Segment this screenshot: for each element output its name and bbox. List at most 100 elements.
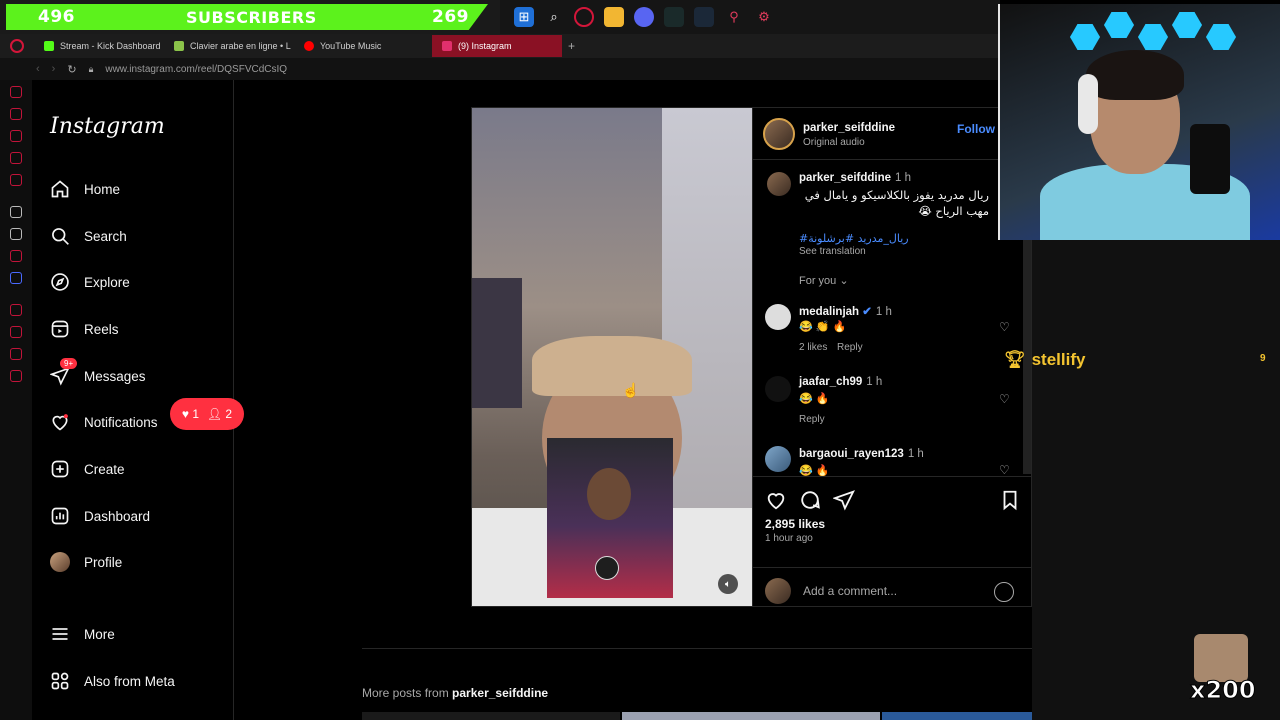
caption-username[interactable]: parker_seifddine (799, 172, 891, 184)
multiplier-label: x200 (1190, 676, 1257, 705)
comment-text: 😂 🔥 (799, 393, 830, 405)
opera-logo-icon[interactable] (10, 39, 24, 53)
comment-reply[interactable]: Reply (837, 342, 863, 353)
nav-label: Create (84, 461, 125, 477)
nav-notifications[interactable]: Notifications (50, 410, 158, 434)
comment-avatar[interactable] (765, 376, 791, 402)
add-comment-input[interactable]: Add a comment... (803, 584, 897, 598)
more-posts-user-link[interactable]: parker_seifddine (452, 686, 548, 700)
comment-user[interactable]: bargaoui_rayen123 (799, 448, 904, 460)
sidebar-icon[interactable] (10, 86, 22, 98)
comment-username[interactable]: medalinjah ✔ 1 h (799, 304, 892, 318)
comment-like-heart-icon[interactable]: ♡ (999, 464, 1011, 476)
settings-icon[interactable]: ⚙ (754, 7, 774, 27)
nav-label: Notifications (84, 414, 158, 430)
likes-count[interactable]: 2,895 likes (765, 517, 825, 531)
comment-composer: Add a comment... (753, 567, 1032, 609)
sidebar-icon[interactable] (10, 206, 22, 218)
sidebar-icon[interactable] (10, 272, 22, 284)
webcam-feed (998, 4, 1280, 240)
post-hashtags[interactable]: #ريال_مدريد #برشلونة (799, 232, 909, 245)
subscriber-goal-bar: 496 SUBSCRIBERS 269 (0, 0, 500, 34)
nav-home[interactable]: Home (50, 177, 120, 201)
windows-start-icon[interactable]: ⊞ (514, 7, 534, 27)
comment-icon[interactable] (799, 489, 821, 511)
comment-like-heart-icon[interactable]: ♡ (999, 393, 1011, 405)
sidebar-icon[interactable] (10, 152, 22, 164)
comment-time: 1 h (866, 376, 883, 388)
opera-gx-icon[interactable] (574, 7, 594, 27)
nav-more[interactable]: More (50, 622, 115, 646)
comment-avatar[interactable] (765, 304, 791, 330)
post-thumbnail[interactable] (362, 712, 620, 720)
bookmark-icon[interactable] (999, 489, 1021, 511)
reel-video[interactable]: 🔈︎ (471, 107, 753, 607)
comment-reply[interactable]: Reply (799, 414, 825, 425)
settings-icon[interactable] (10, 370, 22, 382)
comment-likes[interactable]: 2 likes (799, 342, 827, 353)
nav-messages[interactable]: 9+ Messages (50, 358, 146, 388)
reload-icon[interactable]: ↻ (67, 63, 76, 76)
sidebar-icon[interactable] (10, 130, 22, 142)
search-icon[interactable]: ⌕ (544, 7, 564, 27)
nav-label: Profile (84, 554, 123, 570)
nav-profile[interactable]: Profile (50, 550, 122, 574)
instagram-logo[interactable]: Instagram (50, 114, 165, 139)
sidebar-icon[interactable] (10, 304, 22, 316)
see-translation-link[interactable]: See translation (799, 246, 866, 257)
file-explorer-icon[interactable] (604, 7, 624, 27)
nav-also-from-meta[interactable]: Also from Meta (50, 669, 175, 693)
hexagon-light (1070, 24, 1100, 50)
steam-icon[interactable] (694, 7, 714, 27)
notifications-popup-badge[interactable]: ♥ 1 👤︎ 2 (170, 398, 244, 430)
comment-user[interactable]: jaafar_ch99 (799, 376, 862, 388)
tab-youtube-music[interactable]: YouTube Music (294, 35, 424, 57)
tab-label: Clavier arabe en ligne • L (190, 41, 291, 51)
audio-label[interactable]: Original audio (803, 137, 865, 148)
nav-search[interactable]: Search (50, 224, 127, 248)
meta-apps-icon (50, 671, 70, 691)
send-icon: 9+ (50, 358, 78, 386)
sidebar-icon[interactable] (10, 108, 22, 120)
like-count: ♥ 1 (181, 407, 200, 421)
nav-explore[interactable]: Explore (50, 270, 130, 294)
nav-create[interactable]: Create (50, 457, 125, 481)
history-icon[interactable] (10, 326, 22, 338)
more-posts-heading: More posts from parker_seifddine (362, 686, 548, 700)
nav-reels[interactable]: Reels (50, 317, 119, 341)
comment-username[interactable]: bargaoui_rayen123 1 h (799, 448, 924, 460)
nav-dashboard[interactable]: Dashboard (50, 504, 150, 528)
url-field[interactable]: www.instagram.com/reel/DQSFVCdCsIQ (105, 64, 287, 75)
emoji-icon[interactable] (994, 582, 1014, 602)
sidebar-icon[interactable] (10, 250, 22, 262)
follow-button[interactable]: Follow (957, 122, 995, 136)
comment-like-heart-icon[interactable]: ♡ (999, 321, 1011, 333)
comment-user[interactable]: medalinjah (799, 306, 859, 318)
tab-kick-dashboard[interactable]: Stream - Kick Dashboard (34, 35, 164, 57)
sidebar-icon[interactable] (10, 174, 22, 186)
lock-icon[interactable]: 🔒︎ (89, 64, 94, 75)
x-icon[interactable] (10, 228, 22, 240)
home-icon (50, 179, 70, 199)
like-heart-icon[interactable] (765, 489, 787, 511)
instagram-icon (442, 41, 452, 51)
sidebar-icon[interactable] (10, 348, 22, 360)
comment-username[interactable]: jaafar_ch99 1 h (799, 376, 882, 388)
tab-clavier-arabe[interactable]: Clavier arabe en ligne • L (164, 35, 294, 57)
map-pin-icon[interactable]: ⚲ (724, 7, 744, 27)
discord-icon[interactable] (634, 7, 654, 27)
tab-instagram[interactable]: (9) Instagram (432, 35, 562, 57)
post-thumbnail[interactable] (622, 712, 880, 720)
forward-icon[interactable]: › (52, 63, 56, 75)
caption-author-avatar[interactable] (767, 172, 791, 196)
caption-author[interactable]: parker_seifddine 1 h (799, 172, 911, 184)
author-avatar[interactable] (763, 118, 795, 150)
author-username[interactable]: parker_seifddine (803, 122, 895, 134)
back-icon[interactable]: ‹ (36, 63, 40, 75)
share-icon[interactable] (832, 489, 855, 511)
new-tab-button[interactable]: + (568, 39, 575, 53)
speaker-icon[interactable]: 🔈︎ (718, 574, 738, 594)
app-icon[interactable] (664, 7, 684, 27)
for-you-filter[interactable]: For you ⌄ (799, 274, 849, 287)
comment-avatar[interactable] (765, 446, 791, 472)
